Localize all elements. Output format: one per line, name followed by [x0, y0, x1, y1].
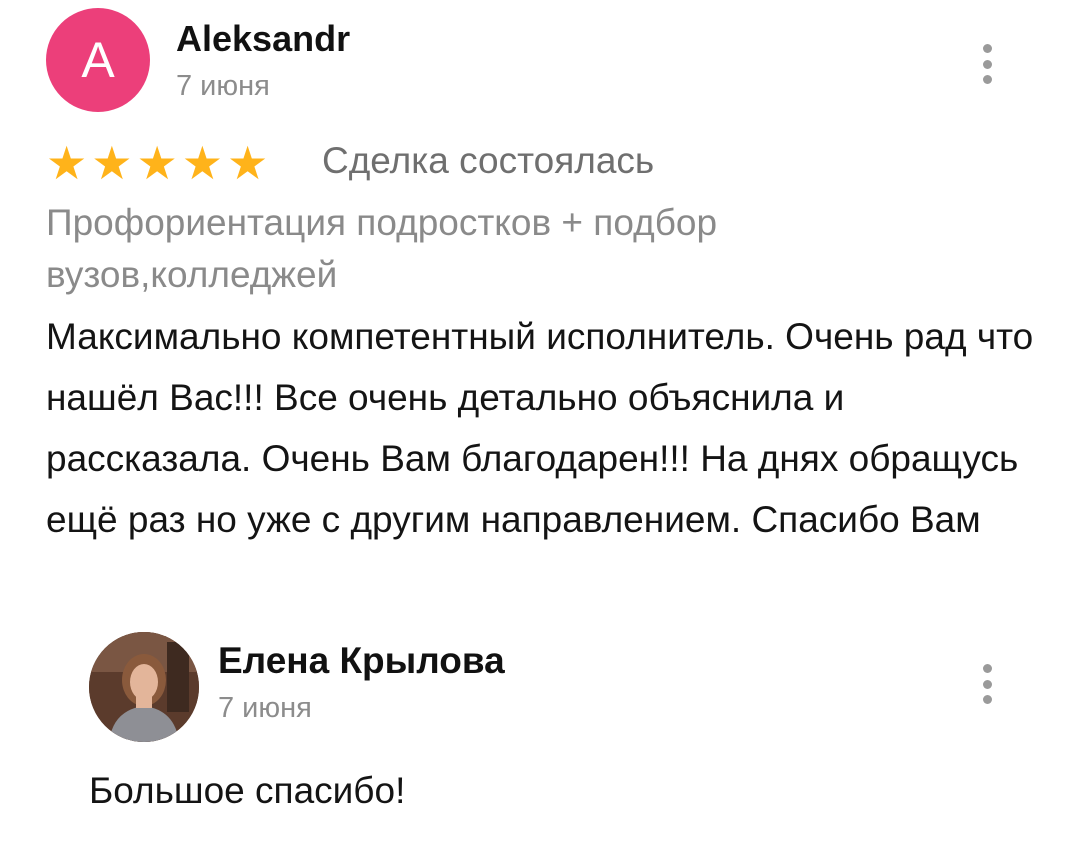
review-author-name[interactable]: Aleksandr	[176, 18, 350, 60]
star-icon: ★	[46, 137, 88, 189]
avatar-initial: A	[81, 32, 115, 88]
star-icon: ★	[181, 137, 223, 189]
review-date: 7 июня	[176, 70, 270, 102]
reply-avatar[interactable]	[89, 632, 199, 742]
review-more-button[interactable]	[978, 44, 996, 84]
star-icon: ★	[91, 137, 133, 189]
more-vertical-icon	[982, 664, 992, 673]
review-text: Максимально компетентный исполнитель. Оч…	[46, 316, 1034, 540]
star-icon: ★	[227, 137, 269, 189]
reply-more-button[interactable]	[978, 664, 996, 704]
reply-author-name[interactable]: Елена Крылова	[218, 640, 505, 682]
star-icon: ★	[136, 137, 178, 189]
reply-text: Большое спасибо!	[89, 770, 406, 811]
profile-photo-icon	[89, 632, 199, 742]
rating-stars: ★ ★ ★ ★ ★	[46, 140, 268, 186]
avatar[interactable]: A	[46, 8, 150, 112]
deal-status: Сделка состоялась	[322, 140, 655, 181]
more-vertical-icon	[982, 44, 992, 53]
service-name: Профориентация подростков + подбор вузов…	[46, 202, 718, 295]
reply-date: 7 июня	[218, 692, 312, 724]
